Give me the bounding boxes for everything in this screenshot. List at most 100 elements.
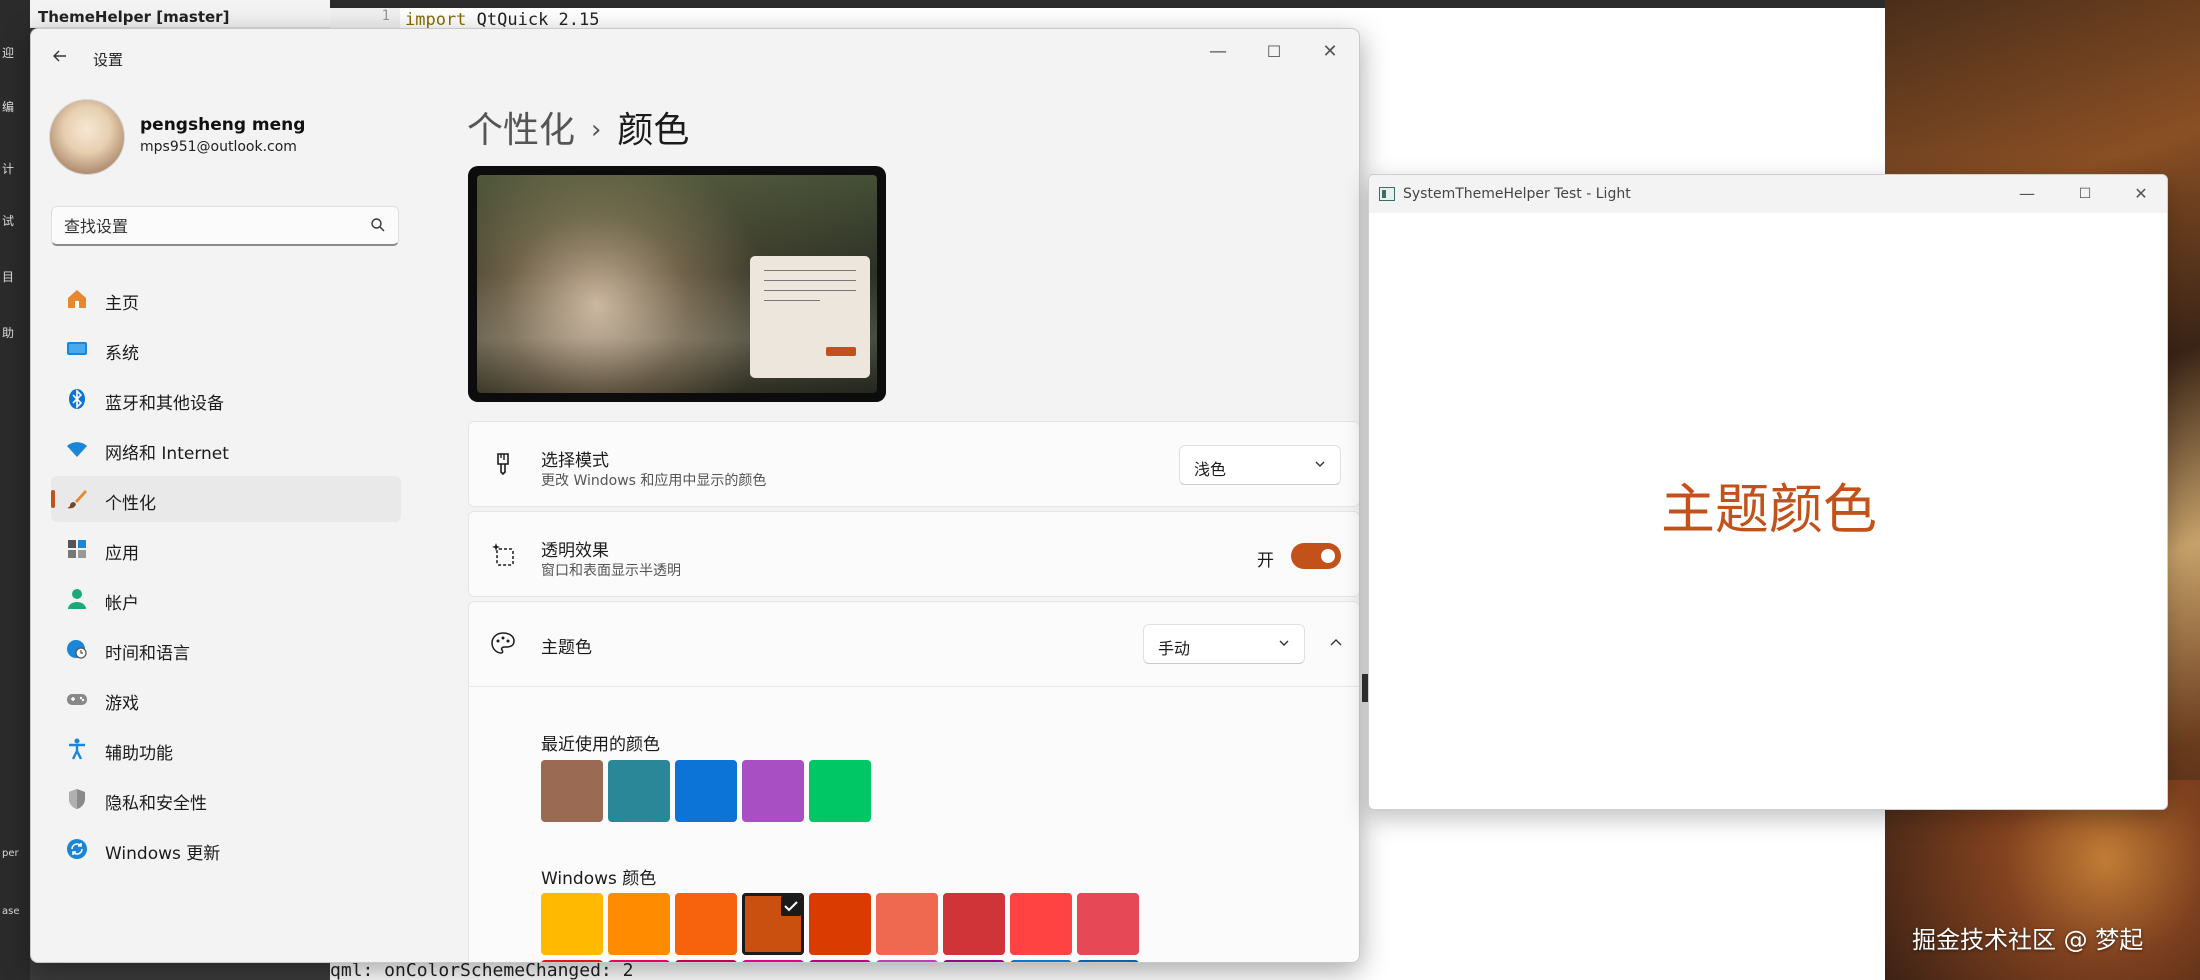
- windows-color-swatch[interactable]: [675, 960, 737, 962]
- sidebar-item-label: 蓝牙和其他设备: [105, 394, 224, 414]
- preview-line: [764, 280, 856, 281]
- search-input[interactable]: [64, 215, 364, 237]
- code-line: import QtQuick 2.15: [405, 10, 599, 30]
- windows-color-swatch[interactable]: [675, 893, 737, 955]
- sidebar-item-personalization[interactable]: 个性化: [51, 476, 401, 522]
- ide-mode-help[interactable]: 助: [2, 324, 14, 341]
- accent-dropdown[interactable]: 手动: [1143, 624, 1305, 664]
- sidebar-item-time-language[interactable]: 时间和语言: [51, 626, 401, 672]
- windows-color-swatch[interactable]: [943, 960, 1005, 962]
- search-icon[interactable]: [370, 217, 386, 233]
- transparency-toggle[interactable]: [1291, 543, 1341, 569]
- card-divider: [469, 686, 1359, 687]
- code-text: QtQuick 2.15: [466, 10, 600, 30]
- sidebar-item-apps[interactable]: 应用: [51, 526, 401, 572]
- test-maximize-button[interactable]: ☐: [2057, 179, 2113, 209]
- transparency-toggle-label: 开: [1257, 551, 1274, 571]
- ide-mode-debug[interactable]: 试: [2, 212, 14, 229]
- collapse-button[interactable]: [1321, 628, 1351, 658]
- sidebar-item-network[interactable]: 网络和 Internet: [51, 426, 401, 472]
- back-button[interactable]: [45, 45, 75, 69]
- sidebar-item-label: 时间和语言: [105, 644, 190, 664]
- settings-window: 设置 — ☐ ✕ pengsheng meng mps951@outlook.c…: [30, 28, 1360, 963]
- windows-color-swatch[interactable]: [809, 893, 871, 955]
- windows-color-swatch[interactable]: [1010, 960, 1072, 962]
- sidebar-item-label: 帐户: [105, 594, 139, 614]
- windows-color-swatch[interactable]: [1010, 893, 1072, 955]
- sidebar-item-gaming[interactable]: 游戏: [51, 676, 401, 722]
- windows-color-swatch[interactable]: [1077, 893, 1139, 955]
- recent-color-swatch[interactable]: [809, 760, 871, 822]
- accent-color-card: 主题色 手动 最近使用的颜色 Windows 颜色: [468, 601, 1359, 962]
- windows-color-swatch[interactable]: [809, 960, 871, 962]
- ide-mode-design[interactable]: 计: [2, 160, 14, 177]
- ide-mode-project[interactable]: 目: [2, 268, 14, 285]
- sidebar-item-label: 隐私和安全性: [105, 794, 207, 814]
- ide-project-tree: ThemeHelper [master]: [30, 0, 330, 28]
- breadcrumb-separator: ›: [591, 115, 602, 145]
- sidebar-item-accounts[interactable]: 帐户: [51, 576, 401, 622]
- avatar[interactable]: [49, 99, 125, 175]
- ide-kit-label[interactable]: per: [2, 848, 19, 859]
- recent-colors-label: 最近使用的颜色: [541, 735, 660, 755]
- recent-color-swatch[interactable]: [675, 760, 737, 822]
- sidebar-item-windows-update[interactable]: Windows 更新: [51, 826, 401, 872]
- wifi-icon: [65, 437, 89, 461]
- mode-description: 更改 Windows 和应用中显示的颜色: [541, 473, 767, 489]
- ide-editor-tabbar: [330, 0, 1885, 8]
- ide-mode-welcome[interactable]: 迎: [2, 44, 14, 61]
- recent-color-swatch[interactable]: [541, 760, 603, 822]
- windows-colors-label: Windows 颜色: [541, 869, 657, 889]
- windows-color-swatch[interactable]: [541, 893, 603, 955]
- transparency-title: 透明效果: [541, 541, 609, 561]
- brush-icon: [65, 487, 89, 511]
- breadcrumb-parent[interactable]: 个性化: [467, 110, 575, 151]
- code-keyword: import: [405, 10, 467, 30]
- preview-wallpaper: [477, 175, 877, 393]
- mode-dropdown[interactable]: 浅色: [1179, 445, 1341, 485]
- project-tree-item[interactable]: ThemeHelper [master]: [38, 8, 229, 26]
- search-box[interactable]: [51, 206, 399, 246]
- sidebar-item-privacy[interactable]: 隐私和安全性: [51, 776, 401, 822]
- recent-color-swatch[interactable]: [608, 760, 670, 822]
- accessibility-icon: [65, 737, 89, 761]
- test-window-title: SystemThemeHelper Test - Light: [1403, 186, 1631, 202]
- sidebar-item-home[interactable]: 主页: [51, 276, 401, 322]
- palette-icon: [491, 632, 515, 654]
- windows-color-swatch[interactable]: [608, 893, 670, 955]
- app-icon: [1379, 187, 1395, 201]
- transparency-description: 窗口和表面显示半透明: [541, 563, 681, 579]
- chevron-down-icon: [1279, 640, 1289, 646]
- chevron-up-icon: [1330, 639, 1342, 646]
- apps-icon: [65, 537, 89, 561]
- home-icon: [65, 287, 89, 311]
- recent-color-swatch[interactable]: [742, 760, 804, 822]
- sidebar-item-label: 个性化: [105, 494, 156, 514]
- page-title: 颜色: [617, 110, 690, 151]
- ide-mode-edit[interactable]: 编: [2, 98, 14, 115]
- arrow-left-icon: [53, 50, 66, 62]
- toggle-knob: [1321, 549, 1335, 563]
- sidebar-item-accessibility[interactable]: 辅助功能: [51, 726, 401, 772]
- windows-color-swatch[interactable]: [742, 893, 804, 955]
- windows-color-swatch[interactable]: [608, 960, 670, 962]
- windows-color-swatch[interactable]: [742, 960, 804, 962]
- windows-color-swatch[interactable]: [541, 960, 603, 962]
- windows-color-swatch[interactable]: [943, 893, 1005, 955]
- sidebar-nav: 主页 系统 蓝牙和其他设备 网络和 Internet 个性化 应用 帐户 时间和…: [51, 276, 401, 876]
- windows-color-swatch[interactable]: [876, 960, 938, 962]
- sidebar-item-label: 系统: [105, 344, 139, 364]
- windows-color-swatch[interactable]: [1077, 960, 1139, 962]
- shield-icon: [65, 787, 89, 811]
- test-close-button[interactable]: ✕: [2113, 179, 2167, 209]
- user-profile[interactable]: pengsheng meng mps951@outlook.com: [49, 99, 419, 179]
- app-title: 设置: [93, 51, 124, 69]
- sidebar-item-system[interactable]: 系统: [51, 326, 401, 372]
- preview-window-sample: [750, 256, 870, 378]
- test-minimize-button[interactable]: —: [1999, 179, 2055, 209]
- sidebar-item-label: 辅助功能: [105, 744, 173, 764]
- windows-color-swatch[interactable]: [876, 893, 938, 955]
- ide-build-label[interactable]: ase: [2, 906, 20, 917]
- sidebar-item-bluetooth[interactable]: 蓝牙和其他设备: [51, 376, 401, 422]
- theme-preview: [468, 166, 886, 402]
